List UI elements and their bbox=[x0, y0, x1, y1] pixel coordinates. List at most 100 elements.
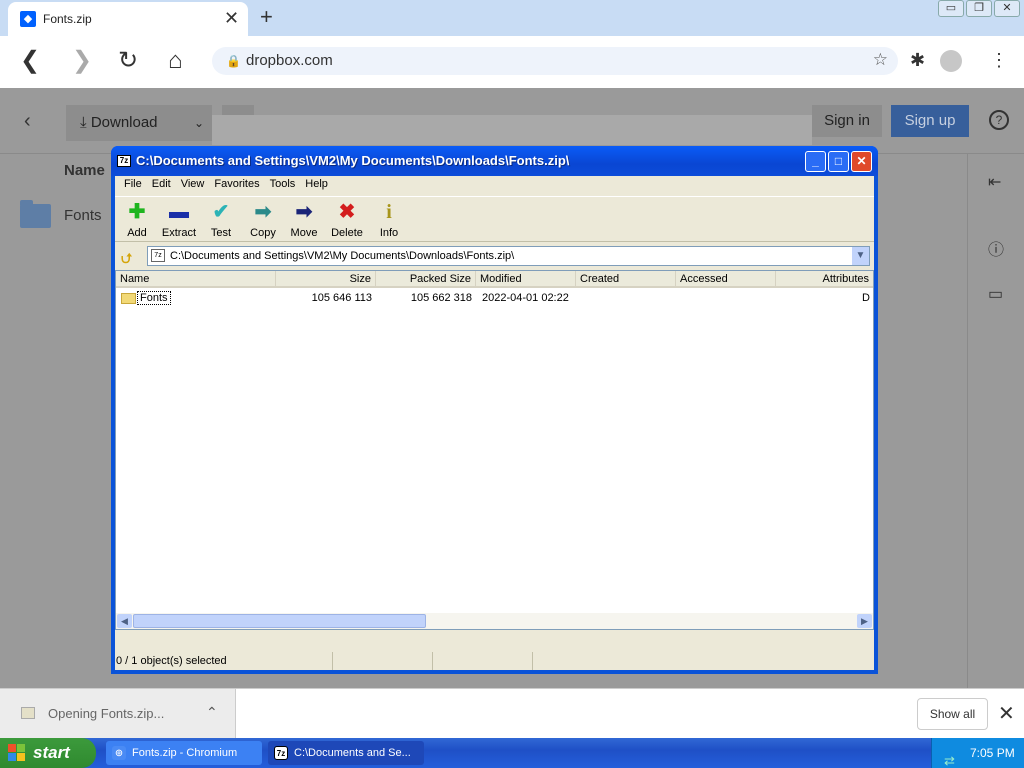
page-back-icon[interactable]: ‹ bbox=[24, 110, 31, 133]
copy-icon: ➡ bbox=[254, 201, 272, 223]
address-dropdown-icon[interactable]: ▼ bbox=[852, 247, 869, 265]
right-rail: ⇤ ⓘ ▭ bbox=[967, 154, 1024, 688]
delete-button[interactable]: ✖ Delete bbox=[325, 201, 369, 241]
download-item[interactable]: Opening Fonts.zip... ⌃ bbox=[0, 689, 236, 739]
copy-label: Copy bbox=[250, 227, 276, 239]
col-modified[interactable]: Modified bbox=[476, 271, 576, 288]
menu-tools[interactable]: Tools bbox=[265, 176, 301, 194]
chevron-up-icon[interactable]: ⌃ bbox=[206, 704, 218, 721]
comment-icon[interactable]: ▭ bbox=[988, 284, 1003, 304]
col-attributes[interactable]: Attributes bbox=[776, 271, 873, 288]
info-label: Info bbox=[379, 227, 399, 239]
row-attributes: D bbox=[862, 292, 870, 304]
lock-icon: 🔒 bbox=[226, 54, 241, 68]
status-text: 0 / 1 object(s) selected bbox=[115, 652, 333, 670]
collapse-panel-icon[interactable]: ⇤ bbox=[988, 172, 1001, 192]
delete-label: Delete bbox=[331, 227, 363, 239]
col-created[interactable]: Created bbox=[576, 271, 676, 288]
minimize-button[interactable]: ▭ bbox=[938, 0, 964, 17]
name-column-header[interactable]: Name bbox=[64, 162, 105, 179]
tab-close-icon[interactable]: ✕ bbox=[224, 9, 239, 27]
7zip-statusbar: 0 / 1 object(s) selected bbox=[115, 652, 874, 670]
new-tab-button[interactable]: + bbox=[260, 4, 273, 30]
archive-icon: 7z bbox=[151, 249, 165, 262]
7zip-toolbar: ✚ Add ▬ Extract ✔ Test ➡ Copy ➡ Move ✖ D… bbox=[115, 196, 874, 242]
profile-avatar[interactable] bbox=[940, 50, 962, 72]
download-button[interactable]: ⤓ Download ⌄ bbox=[66, 105, 212, 141]
col-size[interactable]: Size bbox=[276, 271, 376, 288]
menu-file[interactable]: File bbox=[119, 176, 147, 194]
extensions-icon[interactable]: ✱ bbox=[910, 50, 925, 71]
signup-button[interactable]: Sign up bbox=[891, 105, 969, 137]
move-icon: ➡ bbox=[295, 201, 313, 223]
extract-label: Extract bbox=[161, 227, 197, 239]
status-pane-3 bbox=[433, 652, 533, 670]
info-button[interactable]: i Info bbox=[369, 201, 409, 241]
7zip-minimize-button[interactable]: _ bbox=[805, 151, 826, 172]
col-accessed[interactable]: Accessed bbox=[676, 271, 776, 288]
clock: 7:05 PM bbox=[970, 746, 1015, 760]
taskbar-item-chromium[interactable]: ◎ Fonts.zip - Chromium bbox=[106, 741, 262, 765]
menu-kebab-icon[interactable]: ⋮ bbox=[990, 50, 1008, 71]
tab-title: Fonts.zip bbox=[43, 12, 92, 26]
list-header: Name Size Packed Size Modified Created A… bbox=[116, 271, 873, 288]
close-window-button[interactable]: ✕ bbox=[994, 0, 1020, 17]
chromium-icon: ◎ bbox=[112, 746, 126, 760]
network-icon[interactable]: ⇄ bbox=[944, 746, 955, 768]
7zip-window: 7z C:\Documents and Settings\VM2\My Docu… bbox=[111, 146, 878, 674]
folder-icon bbox=[20, 200, 51, 228]
add-button[interactable]: ✚ Add bbox=[117, 201, 157, 241]
signin-button[interactable]: Sign in bbox=[812, 105, 882, 137]
test-button[interactable]: ✔ Test bbox=[201, 201, 241, 241]
scroll-thumb[interactable] bbox=[133, 614, 426, 628]
download-item-text: Opening Fonts.zip... bbox=[48, 706, 165, 721]
move-label: Move bbox=[290, 227, 318, 239]
dropbox-favicon-icon: ◆ bbox=[20, 11, 36, 27]
extract-button[interactable]: ▬ Extract bbox=[157, 201, 201, 241]
7zip-icon: 7z bbox=[274, 746, 288, 760]
folder-item-name[interactable]: Fonts bbox=[64, 207, 102, 224]
scroll-right-icon[interactable]: ▶ bbox=[857, 614, 872, 628]
show-all-button[interactable]: Show all bbox=[917, 698, 988, 730]
window-controls: ▭ ❐ ✕ bbox=[938, 0, 1020, 18]
7zip-maximize-button[interactable]: □ bbox=[828, 151, 849, 172]
row-packed-size: 105 662 318 bbox=[410, 292, 472, 304]
menu-favorites[interactable]: Favorites bbox=[209, 176, 264, 194]
taskbar-item-7zip[interactable]: 7z C:\Documents and Se... bbox=[268, 741, 424, 765]
7zip-titlebar[interactable]: 7z C:\Documents and Settings\VM2\My Docu… bbox=[111, 146, 878, 176]
back-icon[interactable]: ❮ bbox=[20, 48, 40, 74]
start-button[interactable]: start bbox=[0, 738, 96, 768]
bookmark-star-icon[interactable]: ☆ bbox=[873, 50, 888, 70]
menu-help[interactable]: Help bbox=[300, 176, 333, 194]
test-label: Test bbox=[210, 227, 232, 239]
menu-view[interactable]: View bbox=[176, 176, 210, 194]
restore-button[interactable]: ❐ bbox=[966, 0, 992, 17]
row-name: Fonts bbox=[137, 291, 171, 305]
download-label: Download bbox=[90, 114, 158, 131]
col-packed-size[interactable]: Packed Size bbox=[376, 271, 476, 288]
scroll-left-icon[interactable]: ◀ bbox=[117, 614, 132, 628]
windows-flag-icon bbox=[8, 744, 26, 762]
menu-edit[interactable]: Edit bbox=[147, 176, 176, 194]
folder-up-icon[interactable]: ⮍ bbox=[121, 248, 132, 272]
taskbar: start ◎ Fonts.zip - Chromium 7z C:\Docum… bbox=[0, 738, 1024, 768]
address-bar[interactable]: 🔒 dropbox.com ☆ bbox=[212, 47, 898, 75]
home-icon[interactable]: ⌂ bbox=[168, 48, 183, 74]
7zip-close-button[interactable]: ✕ bbox=[851, 151, 872, 172]
tab-fonts-zip[interactable]: ◆ Fonts.zip ✕ bbox=[8, 2, 248, 36]
col-name[interactable]: Name bbox=[116, 271, 276, 288]
move-button[interactable]: ➡ Move bbox=[284, 201, 324, 241]
horizontal-scrollbar[interactable]: ◀ ▶ bbox=[116, 613, 873, 629]
help-icon[interactable]: ? bbox=[989, 110, 1009, 130]
zip-file-icon bbox=[21, 707, 35, 719]
forward-icon[interactable]: ❯ bbox=[72, 48, 92, 74]
close-shelf-icon[interactable]: ✕ bbox=[998, 701, 1015, 726]
7zip-address-field[interactable]: 7z C:\Documents and Settings\VM2\My Docu… bbox=[147, 246, 870, 266]
taskbar-7zip-label: C:\Documents and Se... bbox=[294, 747, 411, 759]
7zip-app-icon: 7z bbox=[117, 155, 131, 167]
info-icon[interactable]: ⓘ bbox=[988, 236, 1004, 260]
folder-icon bbox=[121, 293, 136, 304]
table-row[interactable]: Fonts 105 646 113 105 662 318 2022-04-01… bbox=[116, 290, 873, 307]
copy-button[interactable]: ➡ Copy bbox=[243, 201, 283, 241]
reload-icon[interactable]: ↻ bbox=[118, 48, 138, 74]
